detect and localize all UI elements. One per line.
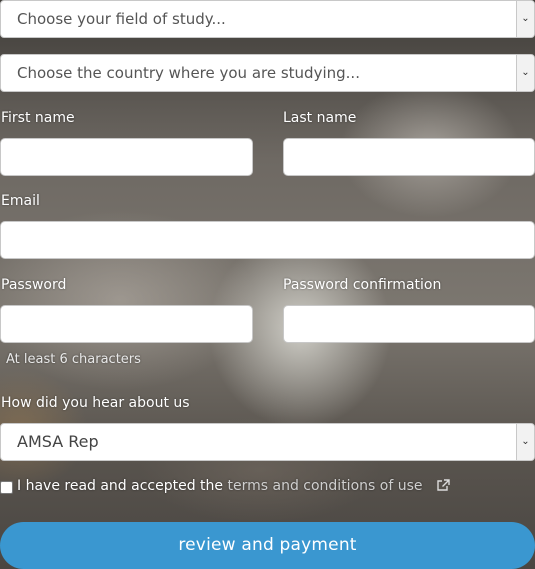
first-name-field[interactable] bbox=[0, 138, 253, 176]
referral-label: How did you hear about us bbox=[1, 395, 190, 411]
field-of-study-select[interactable]: Choose your field of study... ⌄ bbox=[0, 0, 535, 38]
chevron-down-icon: ⌄ bbox=[516, 424, 534, 460]
chevron-down-icon: ⌄ bbox=[516, 55, 534, 91]
password-field[interactable] bbox=[0, 305, 253, 343]
password-hint: At least 6 characters bbox=[6, 352, 141, 367]
field-of-study-placeholder: Choose your field of study... bbox=[17, 10, 226, 28]
email-label: Email bbox=[1, 193, 40, 209]
password-confirmation-field[interactable] bbox=[283, 305, 535, 343]
terms-label: I have read and accepted the bbox=[17, 478, 224, 494]
country-placeholder: Choose the country where you are studyin… bbox=[17, 64, 360, 82]
terms-checkbox[interactable] bbox=[0, 481, 13, 494]
password-confirmation-label: Password confirmation bbox=[283, 277, 442, 293]
last-name-field[interactable] bbox=[283, 138, 535, 176]
referral-select[interactable]: AMSA Rep ⌄ bbox=[0, 423, 535, 461]
last-name-label: Last name bbox=[283, 110, 357, 126]
chevron-down-icon: ⌄ bbox=[516, 1, 534, 37]
signup-form: Choose your field of study... ⌄ Choose t… bbox=[0, 0, 535, 569]
password-label: Password bbox=[1, 277, 67, 293]
terms-link[interactable]: terms and conditions of use bbox=[228, 478, 423, 494]
review-and-payment-button[interactable]: review and payment bbox=[0, 522, 535, 569]
terms-text: I have read and accepted the terms and c… bbox=[17, 478, 422, 494]
external-link-icon[interactable] bbox=[436, 479, 450, 496]
country-select[interactable]: Choose the country where you are studyin… bbox=[0, 54, 535, 92]
email-field[interactable] bbox=[0, 221, 535, 259]
first-name-label: First name bbox=[1, 110, 75, 126]
referral-selected-value: AMSA Rep bbox=[17, 432, 99, 451]
